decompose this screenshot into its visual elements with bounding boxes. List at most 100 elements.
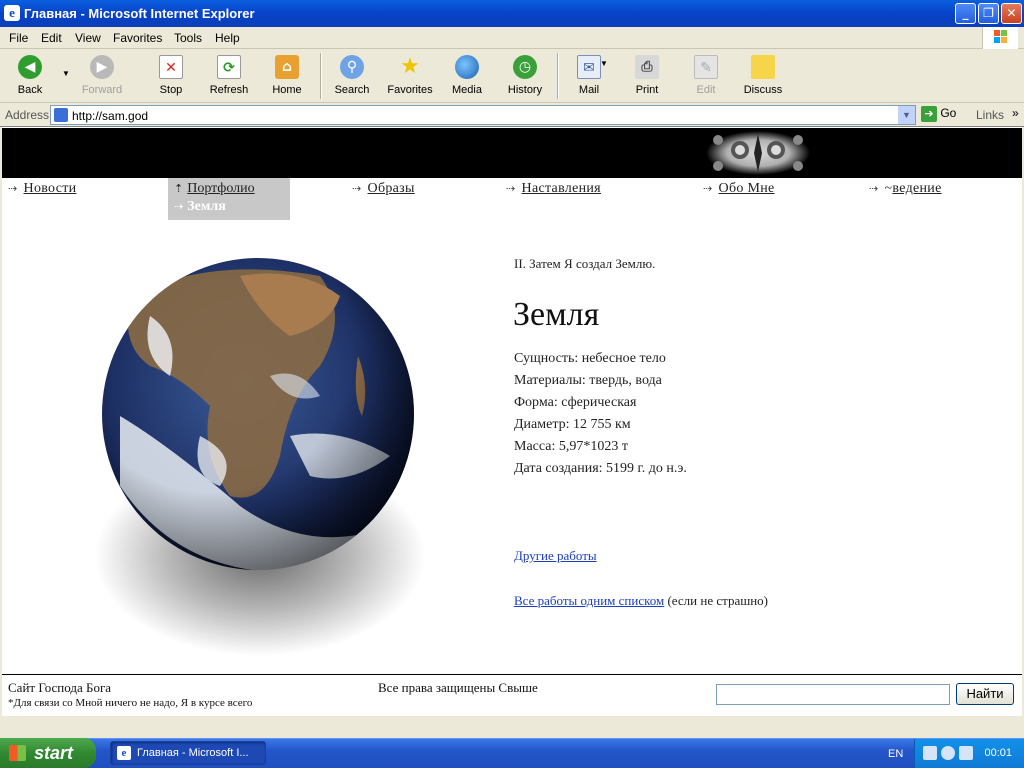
arrow-icon: ⇢ bbox=[703, 183, 713, 195]
computer-icon[interactable] bbox=[959, 746, 973, 760]
ie-icon: e bbox=[4, 5, 20, 21]
search-button[interactable]: Найти bbox=[956, 683, 1014, 705]
refresh-label: Refresh bbox=[209, 84, 249, 96]
maximize-button[interactable]: ❐ bbox=[978, 3, 999, 24]
close-button[interactable]: ✕ bbox=[1001, 3, 1022, 24]
nav-intro[interactable]: ⇢ ~ведение bbox=[869, 181, 942, 197]
mail-envelope-icon: ✉ bbox=[577, 55, 601, 79]
mail-dropdown-icon[interactable]: ▼ bbox=[600, 59, 608, 68]
footer-rights: Все права защищены Свыше bbox=[378, 680, 538, 695]
star-icon: ★ bbox=[400, 54, 420, 79]
discuss-button[interactable]: Discuss bbox=[733, 53, 793, 99]
other-works-link[interactable]: Другие работы bbox=[514, 548, 597, 564]
menu-bar: File Edit View Favorites Tools Help bbox=[0, 27, 1024, 49]
back-button[interactable]: ◀ Back bbox=[0, 53, 60, 99]
properties-list: Сущность: небесное тело Материалы: тверд… bbox=[514, 348, 687, 480]
taskbar-item-label: Главная - Microsoft I... bbox=[137, 747, 249, 759]
forward-arrow-icon: ▶ bbox=[90, 55, 114, 79]
history-button[interactable]: ◷ History bbox=[495, 53, 555, 99]
toolbar-separator bbox=[320, 53, 321, 99]
nav-images-label: Образы bbox=[367, 181, 415, 196]
taskbar-item-browser[interactable]: e Главная - Microsoft I... bbox=[110, 741, 266, 765]
nav-portfolio-label: Портфолио bbox=[187, 181, 255, 196]
start-button[interactable]: start bbox=[0, 738, 96, 768]
menu-favorites[interactable]: Favorites bbox=[113, 31, 162, 45]
property-diameter: Диаметр: 12 755 км bbox=[514, 417, 631, 432]
discuss-label: Discuss bbox=[743, 84, 783, 96]
arrow-icon: ⇢ bbox=[174, 201, 184, 213]
printer-icon: ⎙ bbox=[635, 55, 659, 79]
ie-icon: e bbox=[117, 746, 131, 760]
arrow-icon: ⇢ bbox=[352, 183, 362, 195]
address-url: http://sam.god bbox=[72, 109, 149, 123]
volume-icon[interactable] bbox=[941, 746, 955, 760]
back-dropdown-icon[interactable]: ▼ bbox=[62, 69, 70, 78]
property-shape: Форма: сферическая bbox=[514, 395, 637, 410]
toolbar-separator bbox=[557, 53, 558, 99]
forward-label: Forward bbox=[81, 84, 123, 96]
home-label: Home bbox=[272, 84, 302, 96]
property-creation-date: Дата создания: 5199 г. до н.э. bbox=[514, 461, 687, 476]
nav-teachings[interactable]: ⇢ Наставления bbox=[506, 181, 601, 197]
all-works-note: (если не страшно) bbox=[664, 593, 769, 608]
all-works-link[interactable]: Все работы одним списком bbox=[514, 593, 664, 608]
search-input[interactable] bbox=[716, 684, 950, 705]
history-label: History bbox=[507, 84, 543, 96]
stop-label: Stop bbox=[159, 84, 183, 96]
edit-label: Edit bbox=[696, 84, 716, 96]
address-input[interactable]: http://sam.god ▼ bbox=[50, 105, 916, 125]
stop-button[interactable]: ✕ Stop bbox=[141, 53, 201, 99]
edit-button[interactable]: ✎ Edit bbox=[676, 53, 736, 99]
forward-button[interactable]: ▶ Forward bbox=[72, 53, 132, 99]
language-indicator[interactable]: EN bbox=[888, 748, 903, 760]
mail-label: Mail bbox=[578, 84, 600, 96]
footer-site-name: Сайт Господа Бога bbox=[8, 680, 112, 695]
print-label: Print bbox=[635, 84, 659, 96]
favorites-button[interactable]: ★ Favorites bbox=[380, 53, 440, 99]
refresh-button[interactable]: ⟳ Refresh bbox=[199, 53, 259, 99]
fractal-logo bbox=[706, 131, 810, 175]
nav-intro-label: ведение bbox=[892, 181, 942, 196]
nav-about-label: Обо Мне bbox=[718, 181, 775, 196]
menu-edit[interactable]: Edit bbox=[41, 31, 62, 45]
history-clock-icon: ◷ bbox=[513, 55, 537, 79]
nav-images[interactable]: ⇢ Образы bbox=[352, 181, 415, 197]
home-button[interactable]: ⌂ Home bbox=[257, 53, 317, 99]
links-chevron-icon[interactable]: » bbox=[1012, 106, 1019, 120]
windows-logo-icon bbox=[982, 27, 1018, 49]
menu-file[interactable]: File bbox=[9, 31, 28, 45]
address-bar: Address http://sam.god ▼ ➔ Go Links » bbox=[0, 103, 1024, 127]
media-globe-icon bbox=[455, 55, 479, 79]
menu-view[interactable]: View bbox=[75, 31, 101, 45]
network-icon[interactable] bbox=[923, 746, 937, 760]
search-label: Search bbox=[334, 84, 370, 96]
arrow-icon: ⇢ bbox=[869, 183, 879, 195]
media-label: Media bbox=[452, 84, 482, 96]
arrow-icon: ⇢ bbox=[506, 183, 516, 195]
stop-icon: ✕ bbox=[159, 55, 183, 79]
menu-tools[interactable]: Tools bbox=[174, 31, 202, 45]
refresh-icon: ⟳ bbox=[217, 55, 241, 79]
links-button[interactable]: Links bbox=[976, 108, 1004, 122]
print-button[interactable]: ⎙ Print bbox=[617, 53, 677, 99]
mail-button[interactable]: ✉ Mail bbox=[559, 53, 619, 99]
arrow-icon: ⇢ bbox=[8, 183, 18, 195]
back-label: Back bbox=[17, 84, 43, 96]
footer-note: *Для связи со Мной ничего не надо, Я в к… bbox=[8, 697, 253, 709]
start-label: start bbox=[34, 743, 74, 763]
media-button[interactable]: Media bbox=[437, 53, 497, 99]
nav-portfolio-link[interactable]: ⇡ Портфолио bbox=[174, 181, 255, 197]
go-button[interactable]: ➔ Go bbox=[921, 106, 956, 124]
nav-current-label: Земля bbox=[187, 199, 226, 214]
menu-help[interactable]: Help bbox=[215, 31, 240, 45]
nav-news[interactable]: ⇢ Новости bbox=[8, 181, 76, 197]
nav-about[interactable]: ⇢ Обо Мне bbox=[703, 181, 775, 197]
windows-flag-icon bbox=[9, 745, 26, 761]
nav-teachings-label: Наставления bbox=[521, 181, 601, 196]
address-dropdown-icon[interactable]: ▼ bbox=[898, 106, 915, 124]
search-button[interactable]: ⚲ Search bbox=[322, 53, 382, 99]
search-icon: ⚲ bbox=[340, 55, 364, 79]
minimize-button[interactable]: _ bbox=[955, 3, 976, 24]
nav-portfolio-current[interactable]: ⇢ Земля bbox=[174, 199, 226, 215]
page-banner bbox=[2, 128, 1022, 178]
